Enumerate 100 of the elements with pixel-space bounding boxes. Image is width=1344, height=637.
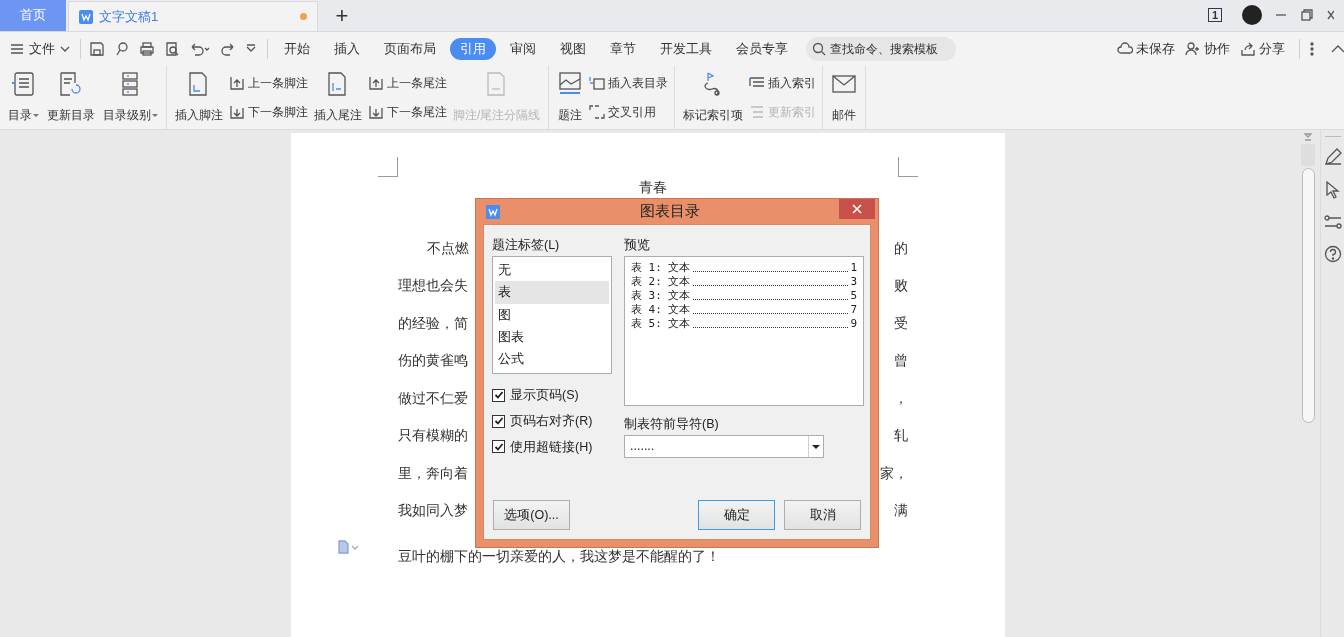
list-item[interactable]: 图 bbox=[495, 303, 609, 327]
checkbox[interactable] bbox=[492, 414, 505, 428]
text-fragment: 曾 bbox=[894, 352, 908, 371]
ribbon-tab[interactable]: 章节 bbox=[600, 38, 646, 60]
print-preview-icon[interactable] bbox=[164, 41, 180, 57]
field-label: 制表符前导符(B) bbox=[624, 416, 720, 432]
corner-mark bbox=[378, 157, 398, 177]
text-fragment: 理想也会失 bbox=[398, 277, 468, 296]
toc-icon bbox=[10, 71, 37, 97]
text-fragment: ， bbox=[894, 389, 908, 408]
preview-entry: 表 1: 文本 bbox=[631, 261, 691, 275]
caption-list[interactable]: 无 表 图 图表 公式 bbox=[492, 256, 612, 374]
ribbon-button[interactable]: 邮件 bbox=[829, 66, 860, 129]
prev-footnote-icon bbox=[229, 74, 245, 91]
page-number: 7 bbox=[850, 303, 857, 317]
picture-frame-icon bbox=[557, 71, 584, 97]
text-fragment: 的 bbox=[894, 239, 908, 258]
new-tab-button[interactable]: + bbox=[318, 1, 366, 31]
document-tab[interactable]: 文字文稿1 bbox=[68, 1, 318, 31]
ribbon-button[interactable]: 上一条脚注 bbox=[229, 73, 308, 92]
dialog-title: 图表目录 bbox=[638, 201, 701, 222]
menu-icon bbox=[10, 43, 24, 55]
restore-icon[interactable] bbox=[1300, 8, 1314, 22]
ribbon-button[interactable]: 下一条尾注 bbox=[368, 103, 447, 122]
add-user-icon bbox=[1185, 41, 1201, 57]
search-field[interactable]: 查找命令、搜索模板 bbox=[806, 37, 956, 61]
dropdown-caret-icon bbox=[33, 113, 39, 117]
undo-icon[interactable] bbox=[189, 41, 211, 57]
ribbon-button[interactable]: 标记索引项 bbox=[681, 66, 746, 129]
text-fragment: 只有模糊的 bbox=[398, 427, 468, 446]
file-menu[interactable]: 文件 bbox=[0, 39, 76, 59]
print-icon[interactable] bbox=[139, 41, 155, 57]
ribbon-button[interactable]: 目录级别 bbox=[101, 66, 160, 129]
action-button[interactable]: 协作 bbox=[1185, 39, 1230, 59]
save-icon[interactable] bbox=[89, 41, 105, 57]
ribbon-tab[interactable]: 开始 bbox=[274, 38, 320, 60]
checkbox-label: 使用超链接(H) bbox=[510, 438, 593, 456]
document-icon bbox=[79, 9, 93, 24]
cursor-icon[interactable] bbox=[1324, 181, 1341, 199]
list-item[interactable]: 无 bbox=[495, 259, 609, 282]
close-icon bbox=[852, 204, 862, 214]
page-number: 3 bbox=[850, 275, 857, 289]
ribbon-tab[interactable]: 开发工具 bbox=[650, 38, 722, 60]
preview-entry: 表 2: 文本 bbox=[631, 275, 691, 289]
action-button[interactable]: 分享 bbox=[1240, 39, 1285, 59]
dialog-button[interactable]: 确定 bbox=[698, 500, 775, 530]
scrollbar-thumb[interactable] bbox=[1301, 168, 1315, 423]
text-fragment: 做过不仁爱 bbox=[398, 389, 468, 408]
ribbon-button[interactable]: 更新目录 bbox=[45, 66, 97, 129]
preview-entry: 表 4: 文本 bbox=[631, 303, 691, 317]
avatar[interactable] bbox=[1242, 5, 1262, 25]
ribbon-button[interactable]: 插入表目录 bbox=[589, 73, 669, 92]
dialog-button[interactable]: 取消 bbox=[784, 500, 861, 530]
text-fragment: 的经验，简 bbox=[398, 314, 468, 333]
action-button[interactable]: 未保存 bbox=[1117, 39, 1175, 59]
ribbon-button[interactable]: 插入脚注 bbox=[173, 66, 225, 129]
cross-reference-icon bbox=[589, 104, 606, 121]
ribbon-button[interactable]: 交叉引用 bbox=[589, 103, 669, 122]
ribbon-button[interactable]: 下一条脚注 bbox=[229, 103, 308, 122]
ribbon-button[interactable]: 插入尾注 bbox=[312, 66, 364, 129]
page-number: 1 bbox=[850, 261, 857, 275]
text-fragment: 里，奔向着 bbox=[398, 464, 468, 483]
leader-dropdown[interactable]: ....... bbox=[624, 435, 824, 458]
ribbon-tab[interactable]: 页面布局 bbox=[374, 38, 446, 60]
ribbon-tab[interactable]: 视图 bbox=[550, 38, 596, 60]
checkbox[interactable] bbox=[492, 440, 505, 454]
redo-icon[interactable] bbox=[220, 41, 236, 57]
help-icon[interactable] bbox=[1323, 245, 1342, 263]
ribbon-tab[interactable]: 插入 bbox=[324, 38, 370, 60]
list-item[interactable]: 表 bbox=[495, 281, 609, 304]
ribbon-tab[interactable]: 审阅 bbox=[500, 38, 546, 60]
ribbon-tab[interactable]: 会员专享 bbox=[726, 38, 798, 60]
app-icon bbox=[486, 204, 500, 219]
update-index-icon bbox=[749, 104, 766, 121]
ribbon-button[interactable]: 目录 bbox=[6, 66, 41, 129]
page-number: 5 bbox=[850, 289, 857, 303]
list-item[interactable]: 图表 bbox=[495, 326, 609, 349]
close-button[interactable] bbox=[839, 199, 875, 219]
next-footnote-icon bbox=[229, 104, 245, 121]
dialog-button[interactable]: 选项(O)... bbox=[493, 500, 570, 530]
text-fragment: 轧 bbox=[894, 427, 908, 446]
ribbon-button[interactable]: 题注 bbox=[555, 66, 586, 129]
close-icon[interactable] bbox=[1326, 8, 1334, 22]
cloud-icon bbox=[1117, 41, 1133, 57]
page-count-badge[interactable]: 1 bbox=[1207, 8, 1222, 22]
text-fragment: 满 bbox=[894, 502, 908, 521]
document-title: 青春 bbox=[638, 180, 668, 197]
chevron-icon bbox=[60, 45, 70, 53]
ribbon-button[interactable]: 上一条尾注 bbox=[368, 73, 447, 92]
dropdown-caret-icon bbox=[152, 113, 158, 117]
next-endnote-icon bbox=[368, 104, 384, 121]
text-fragment: 败 bbox=[894, 277, 908, 296]
preview-entry: 表 5: 文本 bbox=[631, 317, 691, 331]
table-list-icon bbox=[589, 74, 606, 91]
text-line: 豆叶的棚下的一切亲爱的人，我这梦是不能醒的了！ bbox=[398, 547, 720, 566]
checkbox[interactable] bbox=[492, 388, 505, 402]
list-item[interactable]: 公式 bbox=[495, 348, 609, 372]
pen-icon[interactable] bbox=[1323, 148, 1342, 166]
sliders-icon[interactable] bbox=[1323, 214, 1342, 230]
ribbon-button[interactable]: 插入索引 bbox=[749, 73, 817, 92]
